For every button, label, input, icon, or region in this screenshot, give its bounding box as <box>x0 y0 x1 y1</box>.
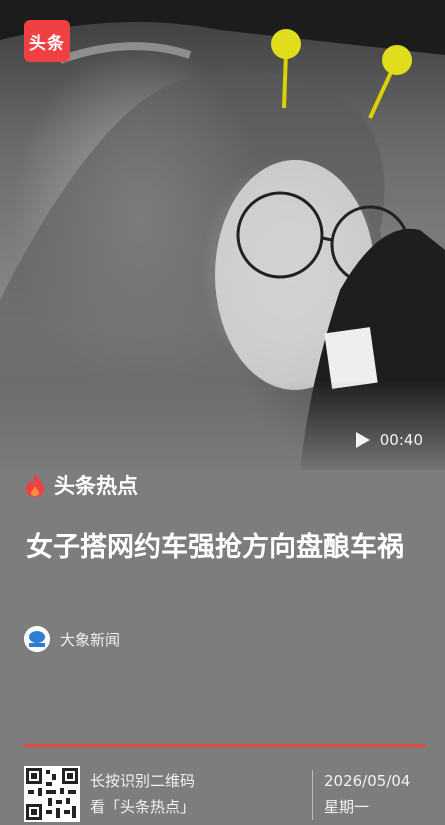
section-label: 头条热点 <box>54 474 138 498</box>
qr-code[interactable] <box>24 766 80 822</box>
article-source[interactable]: 大象新闻 <box>24 626 120 652</box>
video-duration: 00:40 <box>379 431 423 449</box>
app-logo: 头条 <box>24 20 70 62</box>
section-header: 头条热点 <box>24 470 138 500</box>
flame-icon <box>26 473 44 497</box>
scan-line-1: 长按识别二维码 <box>90 772 196 790</box>
footer-divider <box>24 744 426 747</box>
footer-separator <box>312 770 313 820</box>
date-text: 2026/05/04 <box>324 772 411 790</box>
scan-line-2: 看「头条热点」 <box>90 798 196 816</box>
app-logo-text: 头条 <box>29 33 65 54</box>
article-headline[interactable]: 女子搭网约车强抢方向盘酿车祸 <box>26 528 421 568</box>
scan-instructions: 长按识别二维码 看「头条热点」 <box>90 768 195 820</box>
video-play-control[interactable]: 00:40 <box>355 431 423 449</box>
source-avatar-icon <box>24 626 50 652</box>
source-name: 大象新闻 <box>60 630 121 649</box>
date-block: 2026/05/04 星期一 <box>324 768 410 820</box>
video-thumbnail[interactable]: 头条 00:40 <box>0 0 445 470</box>
play-icon[interactable] <box>355 432 370 448</box>
weekday-text: 星期一 <box>324 798 370 816</box>
thumbnail-fade <box>0 380 445 470</box>
